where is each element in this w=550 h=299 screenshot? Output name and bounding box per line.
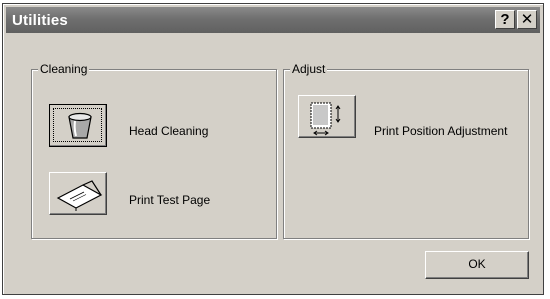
- print-position-icon: [310, 102, 341, 136]
- head-cleaning-button[interactable]: [49, 104, 107, 147]
- print-position-adjustment-label: Print Position Adjustment: [374, 124, 508, 138]
- head-cleaning-icon: [68, 112, 92, 139]
- print-test-page-button[interactable]: [49, 172, 107, 215]
- cleaning-legend: Cleaning: [38, 62, 90, 76]
- ok-button[interactable]: OK: [425, 251, 529, 279]
- close-button[interactable]: ✕: [517, 10, 537, 29]
- print-position-adjustment-button[interactable]: [298, 95, 356, 138]
- window-title: Utilities: [12, 12, 68, 29]
- print-test-page-label: Print Test Page: [129, 193, 211, 207]
- help-button[interactable]: ?: [495, 10, 515, 29]
- head-cleaning-label: Head Cleaning: [129, 124, 209, 138]
- adjust-legend: Adjust: [290, 62, 328, 76]
- title-bar[interactable]: Utilities ? ✕: [6, 7, 540, 33]
- test-page-icon: [56, 180, 103, 211]
